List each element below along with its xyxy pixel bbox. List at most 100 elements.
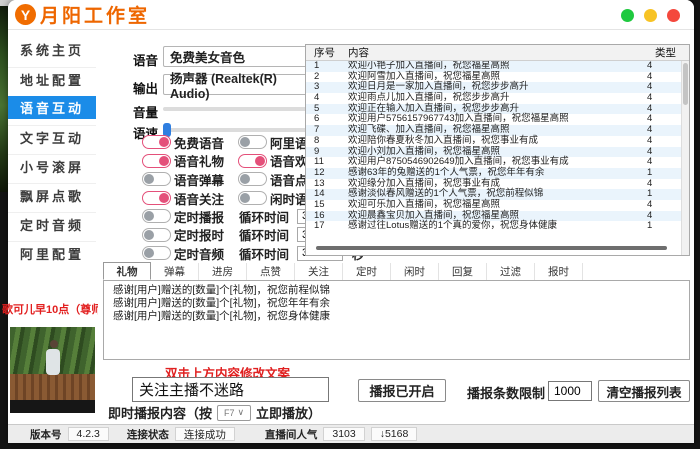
instant-play-row: 即时播报内容（按 F7 ∨ 立即播放）	[108, 403, 321, 422]
tab-3[interactable]: 点赞	[247, 263, 295, 280]
sidebar-item-3[interactable]: 文字互动	[8, 125, 96, 148]
table-vertical-scrollbar[interactable]	[681, 61, 689, 255]
row-type: 4	[647, 114, 681, 125]
connection-label: 连接状态	[127, 427, 169, 442]
toggle-switch-2[interactable]	[142, 154, 171, 168]
toggle-knob	[240, 174, 250, 184]
maximize-button[interactable]	[644, 9, 657, 22]
table-row[interactable]: 12感谢63年的兔赠送的1个人气票，祝您年年有余1	[306, 168, 681, 179]
tabstrip: 礼物弹幕进房点赞关注定时闲时回复过滤报时	[103, 263, 690, 281]
minimize-button[interactable]	[621, 9, 634, 22]
row-type: 4	[647, 72, 681, 83]
toggle-switch-4[interactable]	[142, 172, 171, 186]
timer-toggle-0[interactable]	[142, 209, 171, 223]
tab-9[interactable]: 报时	[535, 263, 583, 280]
sidebar-item-0[interactable]: 系统主页	[8, 38, 96, 61]
row-type: 1	[647, 221, 681, 232]
tab-0[interactable]: 礼物	[103, 262, 151, 280]
row-content: 感谢过往Lotus赠送的1个真的爱你，祝您身体健康	[344, 221, 647, 232]
row-type: 4	[647, 179, 681, 190]
row-content: 欢迎陪你春夏秋冬加入直播间，祝您事业有成	[344, 136, 647, 147]
video-thumbnail[interactable]	[10, 327, 95, 413]
row-type: 4	[647, 211, 681, 222]
toggle-knob	[144, 211, 154, 221]
template-editor[interactable]: 感谢[用户]赠送的[数量]个[礼物]，祝您前程似锦感谢[用户]赠送的[数量]个[…	[103, 281, 690, 360]
toggle-switch-1[interactable]	[238, 135, 267, 149]
scrollbar-thumb[interactable]	[683, 63, 688, 105]
sidebar-item-2[interactable]: 语音互动	[8, 96, 96, 119]
row-type: 4	[647, 157, 681, 168]
row-type: 4	[647, 147, 681, 158]
toggle-switch-0[interactable]	[142, 135, 171, 149]
output-select-value: 扬声器 (Realtek(R) Audio)	[170, 68, 314, 101]
toggle-cell-4[interactable]: 语音弹幕	[142, 170, 238, 189]
table-row[interactable]: 8欢迎陪你春夏秋冬加入直播间，祝您事业有成4	[306, 136, 681, 147]
toggle-knob	[159, 137, 169, 147]
tab-2[interactable]: 进房	[199, 263, 247, 280]
tab-6[interactable]: 闲时	[391, 263, 439, 280]
titlebar: Y 月阳工作室	[8, 0, 694, 30]
limit-input[interactable]	[548, 381, 592, 401]
app-logo-icon: Y	[15, 4, 36, 25]
toggle-switch-6[interactable]	[142, 191, 171, 205]
row-type: 4	[647, 104, 681, 115]
tab-7[interactable]: 回复	[439, 263, 487, 280]
toggle-cell-0[interactable]: 免费语音	[142, 133, 238, 152]
sidebar-item-6[interactable]: 定时音频	[8, 212, 96, 235]
instant-suffix: 立即播放）	[256, 403, 321, 422]
toggle-label-0: 免费语音	[174, 133, 224, 152]
timer-label-0: 定时播报	[174, 207, 224, 226]
output-label: 输出	[133, 78, 158, 97]
tab-8[interactable]: 过滤	[487, 263, 535, 280]
sidebar-item-5[interactable]: 飘屏点歌	[8, 183, 96, 206]
row-type: 4	[647, 136, 681, 147]
tab-1[interactable]: 弹幕	[151, 263, 199, 280]
row-seq: 6	[306, 114, 344, 125]
sidebar-item-1[interactable]: 地址配置	[8, 67, 96, 90]
instant-broadcast-input[interactable]	[132, 377, 329, 402]
tab-4[interactable]: 关注	[295, 263, 343, 280]
close-button[interactable]	[667, 9, 680, 22]
clear-queue-button[interactable]: 清空播报列表	[598, 380, 690, 402]
row-type: 4	[647, 93, 681, 104]
toggle-label-2: 语音礼物	[174, 151, 224, 170]
broadcast-status-button[interactable]: 播报已开启	[358, 379, 446, 402]
version-label: 版本号	[30, 427, 62, 442]
sidebar-item-4[interactable]: 小号滚屏	[8, 154, 96, 177]
row-seq: 1	[306, 61, 344, 72]
timer-toggle-1[interactable]	[142, 228, 171, 242]
toggle-knob	[240, 137, 250, 147]
speed-slider[interactable]	[163, 128, 307, 132]
timer-toggle-2[interactable]	[142, 246, 171, 260]
toggle-knob	[255, 156, 265, 166]
toggle-switch-3[interactable]	[238, 154, 267, 168]
toggle-cell-6[interactable]: 语音关注	[142, 189, 238, 208]
row-seq: 9	[306, 147, 344, 158]
toggle-switch-5[interactable]	[238, 172, 267, 186]
cycle-label-1: 循环时间	[239, 225, 289, 244]
template-line-0[interactable]: 感谢[用户]赠送的[数量]个[礼物]，祝您前程似锦	[113, 284, 689, 297]
row-seq: 7	[306, 125, 344, 136]
template-tabbox: 礼物弹幕进房点赞关注定时闲时回复过滤报时 感谢[用户]赠送的[数量]个[礼物]，…	[103, 263, 690, 360]
tab-5[interactable]: 定时	[343, 263, 391, 280]
toggle-knob	[144, 230, 154, 240]
connection-value: 连接成功	[175, 427, 235, 441]
table-header: 序号 内容 类型	[306, 45, 689, 61]
table-row[interactable]: 17感谢过往Lotus赠送的1个真的爱你，祝您身体健康1	[306, 221, 681, 232]
video-fence	[10, 374, 95, 400]
row-seq: 2	[306, 72, 344, 83]
table-horizontal-scrollbar[interactable]	[316, 246, 667, 250]
sidebar-item-7[interactable]: 阿里配置	[8, 241, 96, 264]
broadcast-queue-table: 序号 内容 类型 1欢迎小艳子加入直播间，祝您福星高照42欢迎阿雪加入直播间，祝…	[305, 44, 690, 256]
template-line-2[interactable]: 感谢[用户]赠送的[数量]个[礼物]，祝您身体健康	[113, 310, 689, 323]
instant-prefix: 即时播报内容（按	[108, 403, 212, 422]
hotkey-value: F7	[224, 408, 235, 418]
row-type: 4	[647, 82, 681, 93]
toggle-cell-2[interactable]: 语音礼物	[142, 152, 238, 171]
toggle-knob	[240, 193, 250, 203]
template-line-1[interactable]: 感谢[用户]赠送的[数量]个[礼物]，祝您年年有余	[113, 297, 689, 310]
hotkey-select[interactable]: F7 ∨	[217, 405, 251, 421]
toggle-switch-7[interactable]	[238, 191, 267, 205]
row-seq: 16	[306, 211, 344, 222]
row-type: 4	[647, 125, 681, 136]
